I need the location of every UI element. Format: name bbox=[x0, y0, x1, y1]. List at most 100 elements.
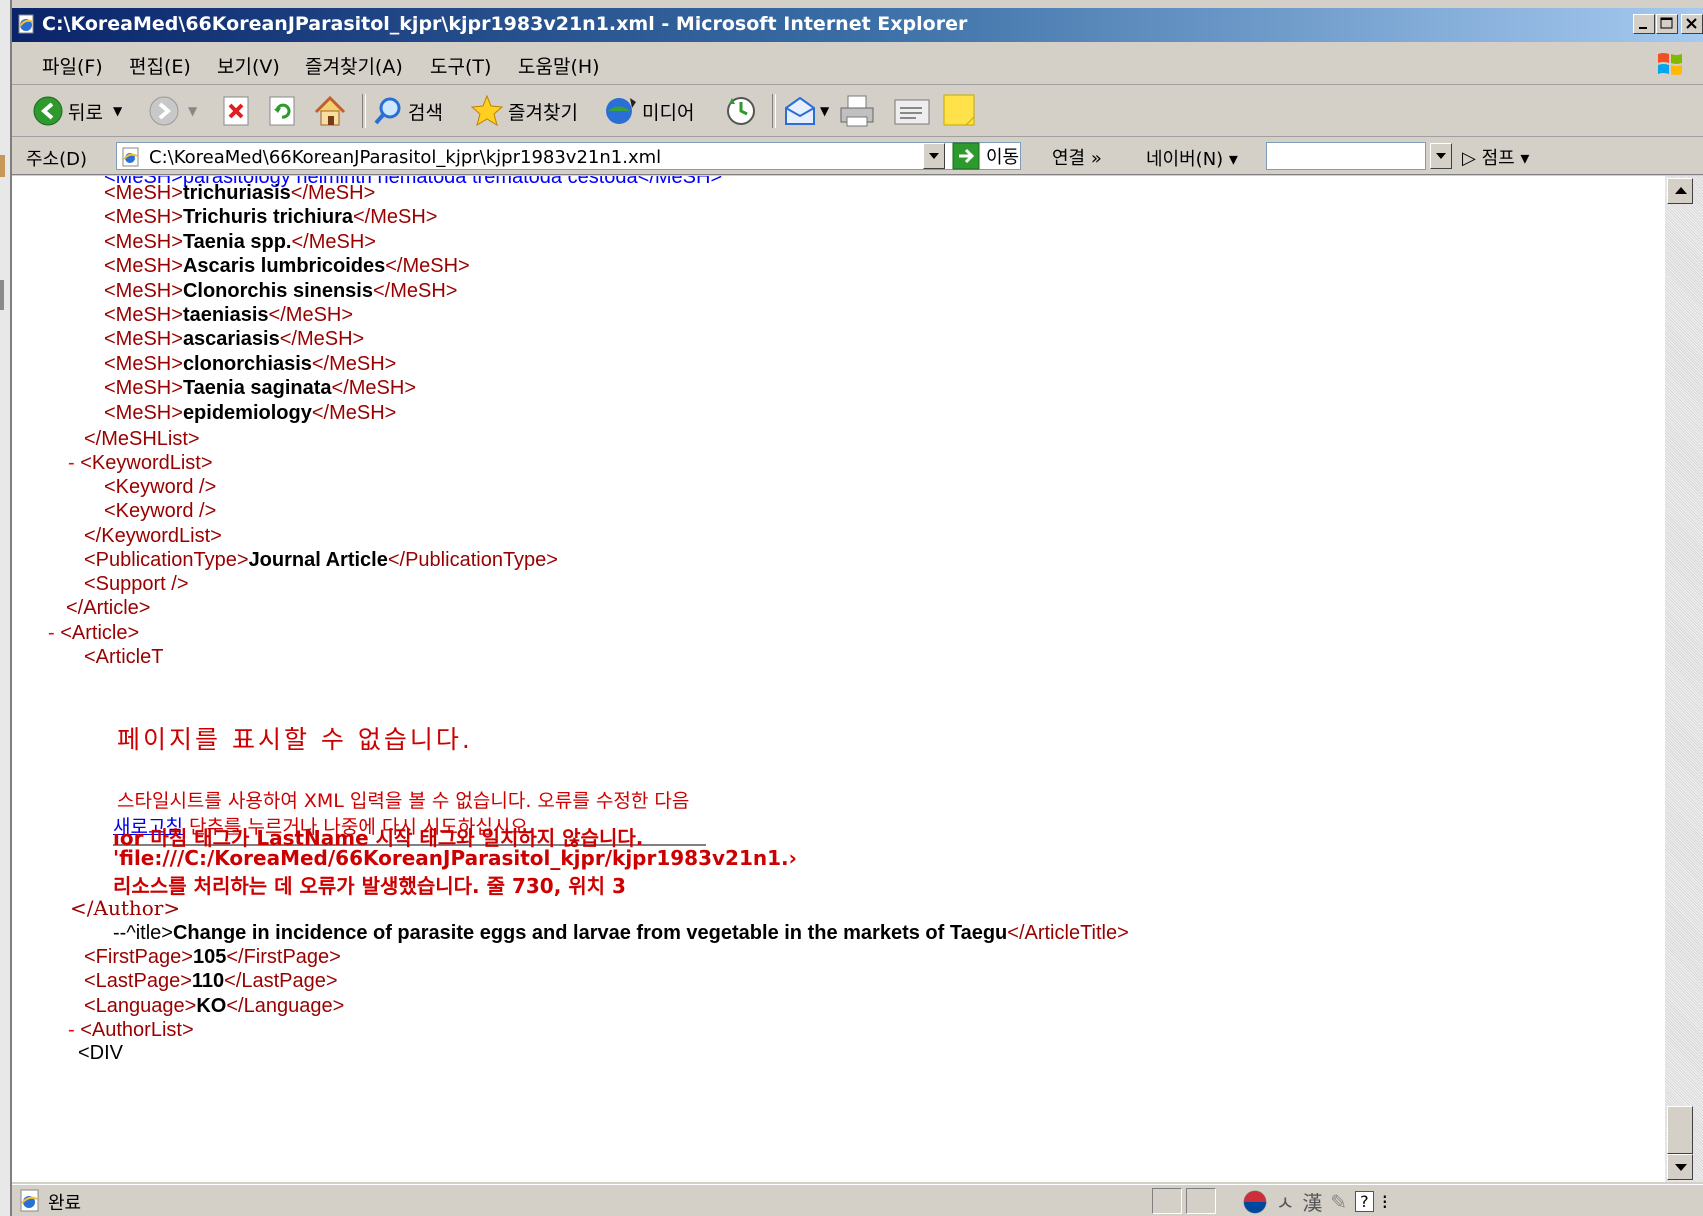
collapse-toggle[interactable]: - bbox=[68, 452, 75, 474]
xml-tag: <MeSH> bbox=[104, 401, 183, 424]
xml-tag: </MeSH> bbox=[311, 352, 397, 375]
naver-toolbar-button[interactable]: 네이버(N) ▾ bbox=[1146, 145, 1238, 171]
desktop-edge-mark bbox=[0, 155, 5, 177]
error-detail: 리소스를 처리하는 데 오류가 발생했습니다. 줄 730, 위치 3 bbox=[113, 874, 626, 898]
xml-value: 110 bbox=[191, 970, 225, 992]
links-button[interactable]: 연결 » bbox=[1052, 144, 1102, 170]
address-input[interactable]: C:\KoreaMed\66KoreanJParasitol_kjpr\kjpr… bbox=[116, 142, 1021, 170]
title-bar[interactable]: C:\KoreaMed\66KoreanJParasitol_kjpr\kjpr… bbox=[12, 8, 1703, 42]
xml-line-keyword: <Keyword /> bbox=[104, 498, 216, 524]
xml-tag: </MeSH> bbox=[290, 182, 376, 204]
xml-tag: <MeSH> bbox=[104, 230, 183, 253]
xml-tag: <AuthorList> bbox=[80, 1019, 194, 1041]
refresh-button[interactable] bbox=[268, 92, 296, 130]
ime-toolbar[interactable]: ㅅ 漢 ✎ ? ⁝ bbox=[1242, 1187, 1388, 1216]
menu-edit[interactable]: 편집(E) bbox=[129, 52, 191, 79]
menu-tools[interactable]: 도구(T) bbox=[430, 52, 491, 79]
xml-tag: <KeywordList> bbox=[80, 452, 213, 474]
scroll-down-button[interactable] bbox=[1667, 1154, 1693, 1180]
forward-button[interactable]: ▼ bbox=[148, 92, 197, 130]
search-button[interactable]: 검색 bbox=[372, 92, 443, 130]
xml-line-language: <Language>KO</Language> bbox=[84, 993, 344, 1019]
ime-options-icon[interactable]: ⁝ bbox=[1382, 1190, 1388, 1214]
xml-value: clonorchiasis bbox=[182, 352, 312, 375]
xml-tag: <MeSH> bbox=[104, 352, 183, 375]
scroll-up-button[interactable] bbox=[1667, 178, 1693, 204]
help-icon[interactable]: ? bbox=[1355, 1191, 1374, 1212]
xml-tag: <Keyword /> bbox=[104, 476, 217, 498]
ime-tools-icon[interactable]: ✎ bbox=[1330, 1190, 1347, 1214]
xml-tag: </MeSH> bbox=[385, 255, 470, 278]
back-button[interactable]: 뒤로 ▼ bbox=[32, 92, 122, 130]
status-panel bbox=[1186, 1188, 1216, 1214]
close-icon bbox=[1682, 15, 1702, 33]
go-label: 이동 bbox=[986, 147, 1020, 168]
forward-arrow-icon bbox=[149, 96, 179, 126]
vertical-scrollbar[interactable] bbox=[1665, 176, 1703, 1182]
forward-dropdown-icon[interactable]: ▼ bbox=[188, 104, 197, 118]
menu-file[interactable]: 파일(F) bbox=[42, 52, 103, 79]
maximize-button[interactable] bbox=[1656, 14, 1678, 34]
xml-line-mesh: <MeSH>taeniasis</MeSH> bbox=[104, 302, 353, 328]
close-button[interactable] bbox=[1681, 14, 1703, 34]
stop-button[interactable] bbox=[222, 92, 250, 130]
messenger-button[interactable] bbox=[942, 92, 978, 130]
xml-line-firstpage: <FirstPage>105</FirstPage> bbox=[84, 944, 341, 970]
xml-line-article-close: </Article> bbox=[66, 595, 150, 621]
xml-line-keywordlist-close: </KeywordList> bbox=[84, 523, 222, 549]
xml-value: trichuriasis bbox=[182, 182, 291, 204]
note-icon bbox=[943, 94, 975, 126]
naver-search-input[interactable] bbox=[1266, 142, 1426, 170]
chevron-down-icon bbox=[929, 153, 939, 159]
home-button[interactable] bbox=[312, 92, 348, 130]
korean-flag-icon bbox=[1243, 1190, 1267, 1213]
xml-line-meshlist-close: </MeSHList> bbox=[84, 426, 200, 452]
edit-button[interactable] bbox=[892, 92, 932, 130]
xml-tag: <MeSH> bbox=[104, 182, 183, 204]
refresh-icon bbox=[269, 96, 295, 126]
xml-tag: <MeSH> bbox=[104, 377, 183, 400]
collapse-toggle[interactable]: - bbox=[48, 622, 55, 644]
favorites-button[interactable]: 즐겨찾기 bbox=[470, 92, 578, 130]
mail-dropdown-icon[interactable]: ▼ bbox=[820, 104, 829, 118]
scroll-track[interactable] bbox=[1665, 176, 1703, 1182]
error-title: 페이지를 표시할 수 없습니다. bbox=[117, 725, 473, 754]
ime-hanja-icon[interactable]: 漢 bbox=[1302, 1187, 1322, 1216]
mail-button[interactable]: ▼ bbox=[782, 92, 829, 130]
minimize-button[interactable] bbox=[1633, 14, 1655, 34]
xml-value: ascariasis bbox=[182, 328, 280, 351]
xml-line-mesh: <MeSH>Ascaris lumbricoides</MeSH> bbox=[104, 253, 470, 279]
xml-line-mesh: <MeSH>Taenia saginata</MeSH> bbox=[104, 375, 416, 401]
menu-view[interactable]: 보기(V) bbox=[217, 52, 280, 79]
scroll-thumb[interactable] bbox=[1667, 1106, 1693, 1154]
back-dropdown-icon[interactable]: ▼ bbox=[113, 104, 122, 118]
xml-value: Trichuris trichiura bbox=[182, 206, 353, 229]
xml-tag: --^itle> bbox=[113, 922, 173, 944]
search-label: 검색 bbox=[408, 101, 443, 124]
xml-line-mesh: <MeSH>ascariasis</MeSH> bbox=[104, 326, 364, 352]
xml-line-publicationtype: <PublicationType>Journal Article</Public… bbox=[84, 547, 558, 573]
address-dropdown-button[interactable] bbox=[923, 143, 945, 169]
menu-bar: 파일(F) 편집(E) 보기(V) 즐겨찾기(A) 도구(T) 도움말(H) bbox=[12, 44, 1703, 85]
maximize-icon bbox=[1657, 15, 1677, 33]
ime-hangul-icon[interactable]: ㅅ bbox=[1276, 1187, 1294, 1216]
menu-help[interactable]: 도움말(H) bbox=[518, 52, 600, 79]
media-button[interactable]: 미디어 bbox=[604, 92, 694, 130]
jump-button[interactable]: ▷ 점프 ▾ bbox=[1462, 144, 1529, 170]
naver-search-dropdown[interactable] bbox=[1430, 143, 1452, 169]
history-button[interactable] bbox=[724, 92, 758, 130]
xml-tag: <MeSH> bbox=[104, 328, 183, 351]
xml-line-mesh: <MeSH>Trichuris trichiura</MeSH> bbox=[104, 204, 437, 230]
error-description: 스타일시트를 사용하여 XML 입력을 볼 수 없습니다. 오류를 수정한 다음 bbox=[117, 790, 690, 812]
collapse-toggle[interactable]: - bbox=[68, 1019, 75, 1041]
print-button[interactable] bbox=[838, 92, 878, 130]
go-button[interactable]: 이동 bbox=[952, 142, 1019, 170]
xml-tag: </MeSH> bbox=[268, 304, 354, 326]
toolbar-separator bbox=[362, 94, 366, 128]
xml-value: Journal Article bbox=[248, 549, 388, 571]
history-icon bbox=[727, 97, 755, 125]
xml-value: Change in incidence of parasite eggs and… bbox=[172, 922, 1008, 944]
xml-value: taeniasis bbox=[182, 304, 269, 326]
xml-tag: </Article> bbox=[66, 597, 151, 619]
menu-favorites[interactable]: 즐겨찾기(A) bbox=[305, 52, 403, 79]
